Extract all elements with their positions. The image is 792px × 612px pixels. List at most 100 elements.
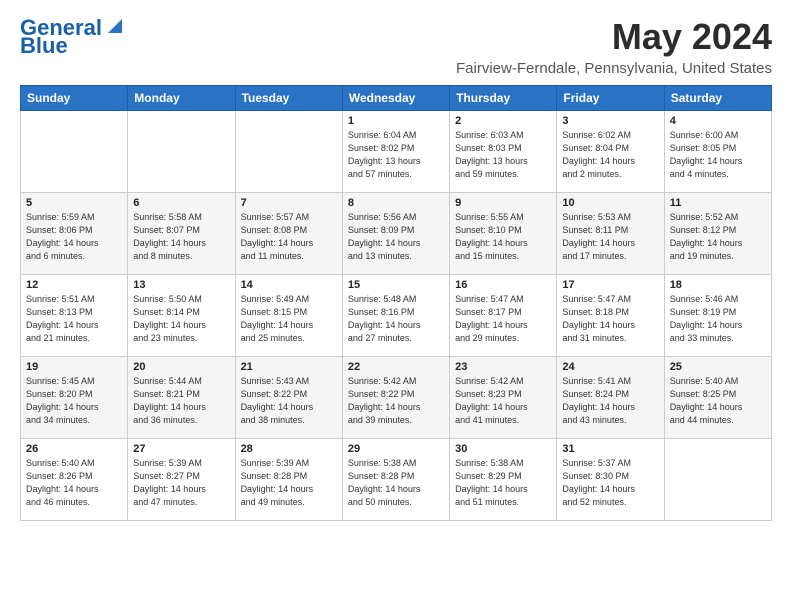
calendar-cell: 21 Sunrise: 5:43 AMSunset: 8:22 PMDayligh…: [235, 357, 342, 439]
day-info: Sunrise: 5:56 AMSunset: 8:09 PMDaylight:…: [348, 211, 444, 263]
calendar-cell: 2 Sunrise: 6:03 AMSunset: 8:03 PMDaylight…: [450, 111, 557, 193]
day-info: Sunrise: 6:00 AMSunset: 8:05 PMDaylight:…: [670, 129, 766, 181]
day-number: 22: [348, 361, 444, 373]
day-number: 17: [562, 279, 658, 291]
calendar-cell: [235, 111, 342, 193]
calendar-cell: 31 Sunrise: 5:37 AMSunset: 8:30 PMDayligh…: [557, 439, 664, 521]
day-number: 13: [133, 279, 229, 291]
calendar-cell: 1Sunrise: 6:04 AMSunset: 8:02 PMDaylight…: [342, 111, 449, 193]
calendar-cell: 9Sunrise: 5:55 AMSunset: 8:10 PMDaylight…: [450, 193, 557, 275]
day-number: 30: [455, 443, 551, 455]
calendar-cell: 19Sunrise: 5:45 AMSunset: 8:20 PMDayligh…: [21, 357, 128, 439]
day-number: 23: [455, 361, 551, 373]
day-info: Sunrise: 5:38 AMSunset: 8:28 PMDaylight:…: [348, 457, 444, 509]
day-info: Sunrise: 5:50 AMSunset: 8:14 PMDaylight:…: [133, 293, 229, 345]
day-info: Sunrise: 5:39 AMSunset: 8:28 PMDaylight:…: [241, 457, 337, 509]
day-number: 7: [241, 197, 337, 209]
day-info: Sunrise: 6:04 AMSunset: 8:02 PMDaylight:…: [348, 129, 444, 181]
calendar-cell: 22 Sunrise: 5:42 AMSunset: 8:22 PMDayligh…: [342, 357, 449, 439]
day-header-tuesday: Tuesday: [235, 86, 342, 111]
calendar-table: SundayMondayTuesdayWednesdayThursdayFrid…: [20, 85, 772, 521]
day-info: Sunrise: 5:41 AMSunset: 8:24 PMDaylight:…: [562, 375, 658, 427]
day-info: Sunrise: 5:52 AMSunset: 8:12 PMDaylight:…: [670, 211, 766, 263]
calendar-cell: 24 Sunrise: 5:41 AMSunset: 8:24 PMDayligh…: [557, 357, 664, 439]
day-info: Sunrise: 5:49 AMSunset: 8:15 PMDaylight:…: [241, 293, 337, 345]
day-number: 11: [670, 197, 766, 209]
day-info: Sunrise: 5:46 AMSunset: 8:19 PMDaylight:…: [670, 293, 766, 345]
day-info: Sunrise: 5:45 AMSunset: 8:20 PMDaylight:…: [26, 375, 122, 427]
header-row: SundayMondayTuesdayWednesdayThursdayFrid…: [21, 86, 772, 111]
calendar-cell: 10 Sunrise: 5:53 AMSunset: 8:11 PMDayligh…: [557, 193, 664, 275]
calendar-cell: [664, 439, 771, 521]
day-number: 15: [348, 279, 444, 291]
day-number: 29: [348, 443, 444, 455]
week-row-3: 19Sunrise: 5:45 AMSunset: 8:20 PMDayligh…: [21, 357, 772, 439]
title-block: May 2024 Fairview-Ferndale, Pennsylvania…: [456, 16, 772, 77]
day-number: 14: [241, 279, 337, 291]
subtitle: Fairview-Ferndale, Pennsylvania, United …: [456, 60, 772, 77]
calendar-cell: 29 Sunrise: 5:38 AMSunset: 8:28 PMDayligh…: [342, 439, 449, 521]
day-header-monday: Monday: [128, 86, 235, 111]
calendar-cell: 5 Sunrise: 5:59 AMSunset: 8:06 PMDaylight…: [21, 193, 128, 275]
day-number: 10: [562, 197, 658, 209]
day-number: 3: [562, 115, 658, 127]
day-info: Sunrise: 5:59 AMSunset: 8:06 PMDaylight:…: [26, 211, 122, 263]
calendar-cell: 16 Sunrise: 5:47 AMSunset: 8:17 PMDayligh…: [450, 275, 557, 357]
day-info: Sunrise: 5:37 AMSunset: 8:30 PMDaylight:…: [562, 457, 658, 509]
calendar-cell: 17 Sunrise: 5:47 AMSunset: 8:18 PMDayligh…: [557, 275, 664, 357]
day-info: Sunrise: 5:40 AMSunset: 8:26 PMDaylight:…: [26, 457, 122, 509]
day-number: 25: [670, 361, 766, 373]
week-row-4: 26Sunrise: 5:40 AMSunset: 8:26 PMDayligh…: [21, 439, 772, 521]
day-header-friday: Friday: [557, 86, 664, 111]
day-number: 27: [133, 443, 229, 455]
calendar-cell: 18Sunrise: 5:46 AMSunset: 8:19 PMDayligh…: [664, 275, 771, 357]
day-info: Sunrise: 6:03 AMSunset: 8:03 PMDaylight:…: [455, 129, 551, 181]
calendar-cell: 13 Sunrise: 5:50 AMSunset: 8:14 PMDayligh…: [128, 275, 235, 357]
calendar-cell: 30 Sunrise: 5:38 AMSunset: 8:29 PMDayligh…: [450, 439, 557, 521]
day-info: Sunrise: 5:53 AMSunset: 8:11 PMDaylight:…: [562, 211, 658, 263]
day-info: Sunrise: 6:02 AMSunset: 8:04 PMDaylight:…: [562, 129, 658, 181]
day-header-saturday: Saturday: [664, 86, 771, 111]
week-row-1: 5 Sunrise: 5:59 AMSunset: 8:06 PMDaylight…: [21, 193, 772, 275]
day-number: 21: [241, 361, 337, 373]
logo-icon: [104, 15, 126, 37]
day-number: 2: [455, 115, 551, 127]
day-info: Sunrise: 5:38 AMSunset: 8:29 PMDaylight:…: [455, 457, 551, 509]
day-number: 20: [133, 361, 229, 373]
day-number: 4: [670, 115, 766, 127]
day-number: 16: [455, 279, 551, 291]
calendar-cell: 27Sunrise: 5:39 AMSunset: 8:27 PMDayligh…: [128, 439, 235, 521]
day-info: Sunrise: 5:51 AMSunset: 8:13 PMDaylight:…: [26, 293, 122, 345]
day-info: Sunrise: 5:42 AMSunset: 8:22 PMDaylight:…: [348, 375, 444, 427]
logo: General Blue: [20, 16, 126, 58]
calendar-cell: [21, 111, 128, 193]
calendar-cell: 20 Sunrise: 5:44 AMSunset: 8:21 PMDayligh…: [128, 357, 235, 439]
calendar-cell: 26Sunrise: 5:40 AMSunset: 8:26 PMDayligh…: [21, 439, 128, 521]
day-info: Sunrise: 5:48 AMSunset: 8:16 PMDaylight:…: [348, 293, 444, 345]
calendar-cell: 3 Sunrise: 6:02 AMSunset: 8:04 PMDaylight…: [557, 111, 664, 193]
calendar-cell: 11 Sunrise: 5:52 AMSunset: 8:12 PMDayligh…: [664, 193, 771, 275]
day-number: 5: [26, 197, 122, 209]
calendar-cell: 7Sunrise: 5:57 AMSunset: 8:08 PMDaylight…: [235, 193, 342, 275]
calendar-cell: [128, 111, 235, 193]
day-header-thursday: Thursday: [450, 86, 557, 111]
calendar-cell: 28 Sunrise: 5:39 AMSunset: 8:28 PMDayligh…: [235, 439, 342, 521]
day-info: Sunrise: 5:58 AMSunset: 8:07 PMDaylight:…: [133, 211, 229, 263]
day-number: 24: [562, 361, 658, 373]
day-number: 6: [133, 197, 229, 209]
calendar-header: SundayMondayTuesdayWednesdayThursdayFrid…: [21, 86, 772, 111]
day-info: Sunrise: 5:44 AMSunset: 8:21 PMDaylight:…: [133, 375, 229, 427]
day-header-wednesday: Wednesday: [342, 86, 449, 111]
day-info: Sunrise: 5:47 AMSunset: 8:18 PMDaylight:…: [562, 293, 658, 345]
day-number: 31: [562, 443, 658, 455]
day-number: 28: [241, 443, 337, 455]
main-title: May 2024: [456, 16, 772, 58]
day-info: Sunrise: 5:43 AMSunset: 8:22 PMDaylight:…: [241, 375, 337, 427]
calendar-cell: 4 Sunrise: 6:00 AMSunset: 8:05 PMDaylight…: [664, 111, 771, 193]
logo-text-blue: Blue: [20, 34, 68, 58]
calendar-cell: 8Sunrise: 5:56 AMSunset: 8:09 PMDaylight…: [342, 193, 449, 275]
calendar-cell: 14 Sunrise: 5:49 AMSunset: 8:15 PMDayligh…: [235, 275, 342, 357]
calendar-body: 1Sunrise: 6:04 AMSunset: 8:02 PMDaylight…: [21, 111, 772, 521]
day-info: Sunrise: 5:47 AMSunset: 8:17 PMDaylight:…: [455, 293, 551, 345]
day-header-sunday: Sunday: [21, 86, 128, 111]
